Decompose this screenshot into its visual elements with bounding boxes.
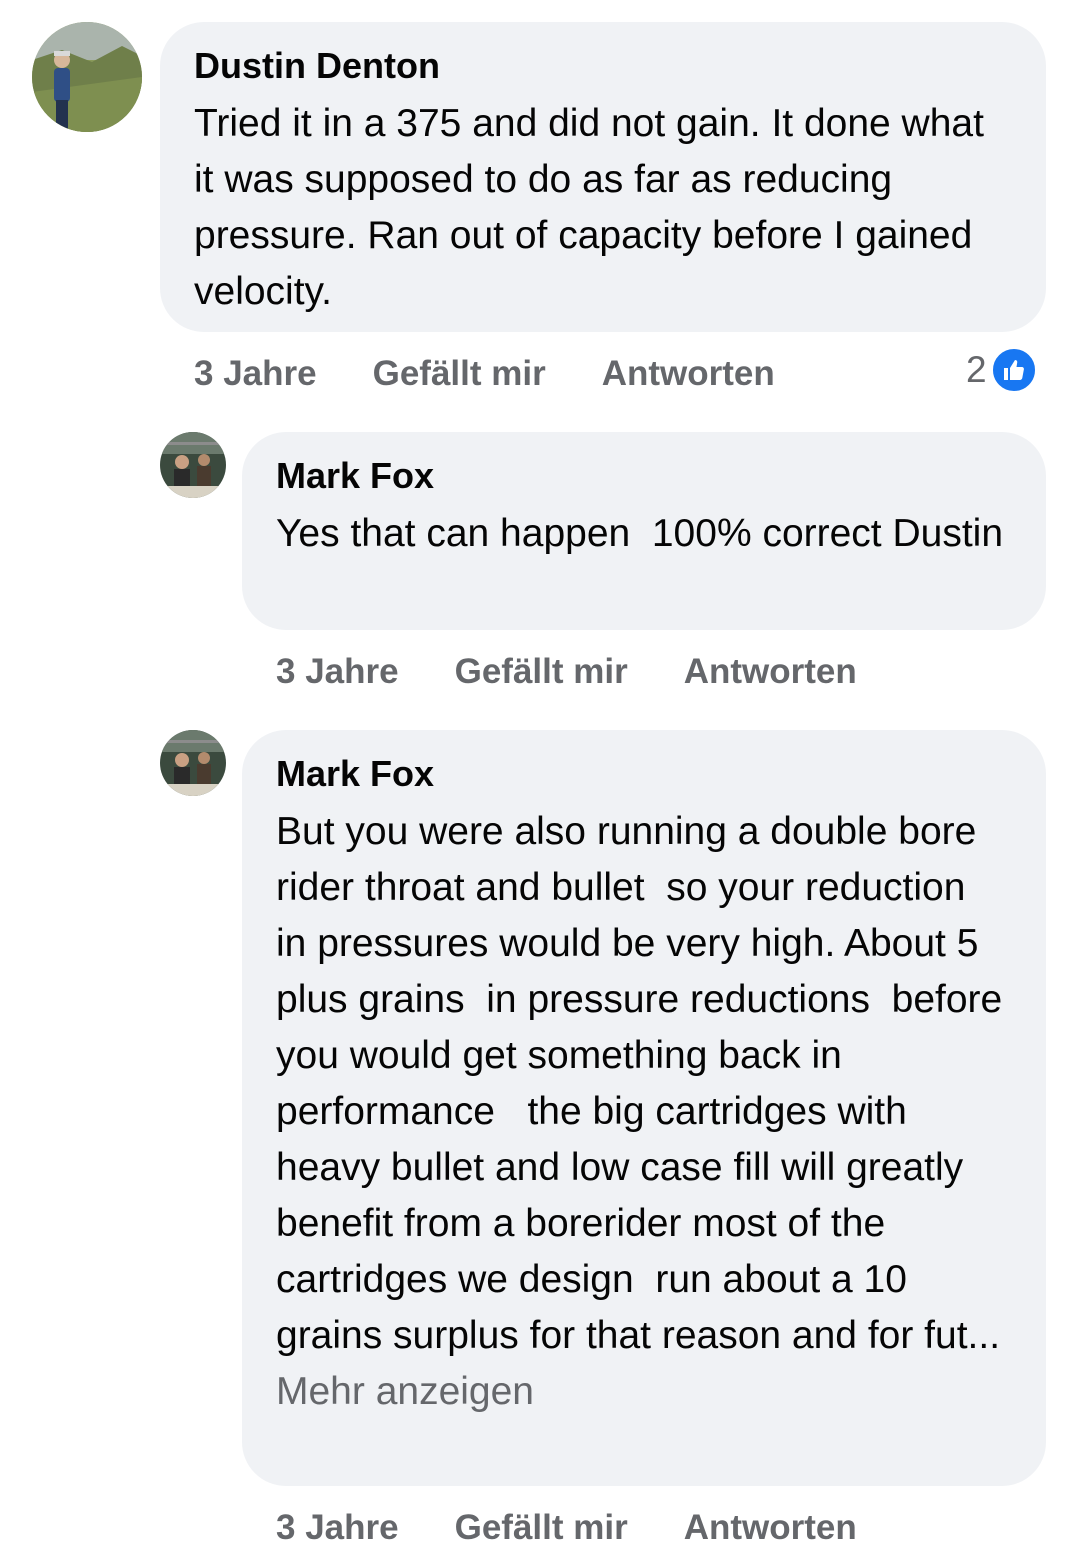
avatar-photo-icon xyxy=(32,22,142,132)
like-icon xyxy=(990,347,1037,393)
comment-text: But you were also running a double bore … xyxy=(276,804,1012,1420)
reaction-count: 2 xyxy=(966,349,987,390)
like-button[interactable]: Gefällt mir xyxy=(455,1508,628,1542)
avatar[interactable] xyxy=(32,22,142,132)
comment-bubble: Mark Fox But you were also running a dou… xyxy=(242,730,1046,1486)
avatar[interactable] xyxy=(160,730,226,796)
reaction-summary[interactable]: 2 xyxy=(966,346,1037,394)
avatar-photo-icon xyxy=(160,432,226,498)
comment-author[interactable]: Mark Fox xyxy=(276,454,1012,498)
comment-text: Tried it in a 375 and did not gain. It d… xyxy=(194,102,995,313)
comment-timestamp[interactable]: 3 Jahre xyxy=(276,1508,399,1542)
comment-actions: 3 Jahre Gefällt mir Antworten xyxy=(276,650,857,694)
like-button[interactable]: Gefällt mir xyxy=(373,354,546,394)
comment-timestamp[interactable]: 3 Jahre xyxy=(194,354,317,394)
comment-thread: Dustin Denton Tried it in a 375 and did … xyxy=(0,0,1080,1542)
comment-bubble: Mark Fox Yes that can happen 100% correc… xyxy=(242,432,1046,630)
comment-timestamp[interactable]: 3 Jahre xyxy=(276,652,399,692)
avatar[interactable] xyxy=(160,432,226,498)
comment-author[interactable]: Dustin Denton xyxy=(194,44,1012,88)
see-more-link[interactable]: Mehr anzeigen xyxy=(276,1370,534,1413)
reply-button[interactable]: Antworten xyxy=(602,354,775,394)
reply-button[interactable]: Antworten xyxy=(684,652,857,692)
avatar-photo-icon xyxy=(160,730,226,796)
comment-actions: 3 Jahre Gefällt mir Antworten xyxy=(194,352,775,396)
comment-bubble: Dustin Denton Tried it in a 375 and did … xyxy=(160,22,1046,332)
comment-text: Yes that can happen 100% correct Dustin xyxy=(276,512,1004,555)
comment-text-body: But you were also running a double bore … xyxy=(276,810,1014,1357)
comment-author[interactable]: Mark Fox xyxy=(276,752,1012,796)
reply-button[interactable]: Antworten xyxy=(684,1508,857,1542)
like-button[interactable]: Gefällt mir xyxy=(455,652,628,692)
comment-actions: 3 Jahre Gefällt mir Antworten xyxy=(276,1506,857,1542)
